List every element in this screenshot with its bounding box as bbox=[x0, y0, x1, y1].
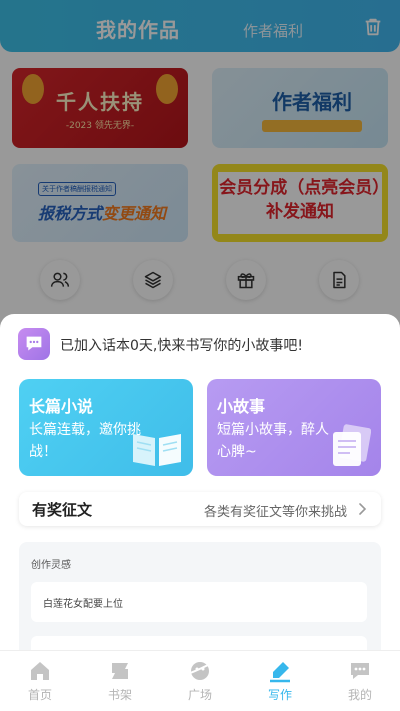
nav-item-write[interactable]: 写作 bbox=[240, 651, 320, 711]
inspiration-section: 创作灵感 白莲花女配要上位 bbox=[19, 542, 381, 666]
long-novel-card[interactable]: 长篇小说 长篇连载，邀你挑战！ bbox=[19, 379, 193, 476]
bottom-nav: 首页 书架 广场 写作 我的 bbox=[0, 650, 400, 711]
long-novel-title: 长篇小说 bbox=[29, 397, 94, 416]
home-icon bbox=[31, 662, 49, 680]
nav-item-bookshelf[interactable]: 书架 bbox=[80, 651, 160, 711]
short-story-desc: 短篇小故事，醉人心脾~ bbox=[217, 422, 329, 460]
nav-item-home[interactable]: 首页 bbox=[0, 651, 80, 711]
nav-item-profile[interactable]: 我的 bbox=[320, 651, 400, 711]
profile-icon bbox=[351, 663, 369, 679]
prize-contest-title: 有奖征文 bbox=[32, 501, 93, 519]
inspiration-title: 创作灵感 bbox=[31, 560, 71, 571]
prize-contest-row[interactable]: 有奖征文 各类有奖征文等你来挑战 bbox=[19, 492, 381, 526]
create-sheet: 已加入话本0天,快来书写你的小故事吧! 长篇小说 长篇连载，邀你挑战！ 小故事 … bbox=[0, 314, 400, 666]
chevron-right-icon bbox=[359, 503, 367, 515]
chat-bubble-icon bbox=[18, 328, 50, 360]
nav-item-plaza[interactable]: 广场 bbox=[160, 651, 240, 711]
notice-text: 已加入话本0天,快来书写你的小故事吧! bbox=[60, 338, 303, 354]
long-novel-desc: 长篇连载，邀你挑战！ bbox=[29, 422, 141, 460]
open-book-icon bbox=[133, 434, 181, 466]
plaza-icon bbox=[189, 662, 211, 680]
modal-overlay[interactable] bbox=[0, 0, 400, 330]
short-story-title: 小故事 bbox=[217, 397, 266, 416]
notice-row: 已加入话本0天,快来书写你的小故事吧! bbox=[18, 328, 382, 360]
bookshelf-icon bbox=[112, 663, 128, 679]
inspiration-item[interactable]: 白莲花女配要上位 bbox=[31, 582, 367, 622]
write-icon bbox=[270, 662, 290, 683]
short-story-card[interactable]: 小故事 短篇小故事，醉人心脾~ bbox=[207, 379, 381, 476]
notes-icon bbox=[333, 424, 371, 466]
prize-contest-subtitle: 各类有奖征文等你来挑战 bbox=[203, 505, 347, 520]
